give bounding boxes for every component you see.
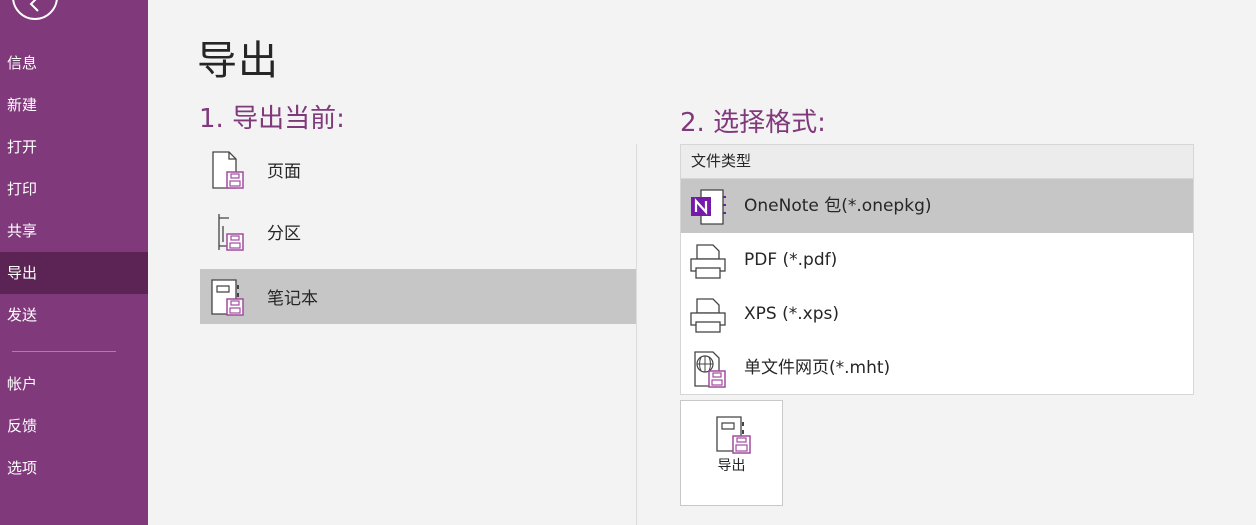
format-option-pdf[interactable]: PDF (*.pdf) xyxy=(681,233,1193,287)
export-button-label: 导出 xyxy=(717,458,746,474)
pdf-printer-icon xyxy=(690,244,726,279)
nav-item-options[interactable]: 选项 xyxy=(0,447,148,489)
nav-item-send[interactable]: 发送 xyxy=(0,294,148,336)
section-export-icon xyxy=(218,214,244,251)
scope-option-section[interactable]: 分区 xyxy=(200,204,636,259)
scope-option-notebook[interactable]: 笔记本 xyxy=(200,269,636,324)
nav-item-feedback[interactable]: 反馈 xyxy=(0,405,148,447)
nav-item-open[interactable]: 打开 xyxy=(0,126,148,168)
web-page-icon xyxy=(694,351,726,388)
export-notebook-icon xyxy=(716,416,751,454)
format-option-onepkg-label: OneNote 包(*.onepkg) xyxy=(744,196,932,216)
format-list: 文件类型 OneNote 包(*.onepkg) PDF (*.pdf) XPS… xyxy=(680,144,1194,395)
scope-option-section-label: 分区 xyxy=(267,224,301,244)
back-button[interactable] xyxy=(12,0,58,20)
scope-option-notebook-label: 笔记本 xyxy=(267,289,318,309)
scope-option-page[interactable]: 页面 xyxy=(200,142,636,197)
format-list-header: 文件类型 xyxy=(681,145,1193,179)
scope-option-page-label: 页面 xyxy=(267,162,301,182)
nav-item-print[interactable]: 打印 xyxy=(0,168,148,210)
onenote-package-icon xyxy=(691,189,726,225)
format-option-mht-label: 单文件网页(*.mht) xyxy=(744,358,891,378)
format-heading: 2. 选择格式: xyxy=(680,108,826,138)
format-option-xps-label: XPS (*.xps) xyxy=(744,304,839,324)
format-option-pdf-label: PDF (*.pdf) xyxy=(744,250,838,270)
notebook-export-icon xyxy=(211,279,244,316)
format-option-mht[interactable]: 单文件网页(*.mht) xyxy=(681,341,1193,395)
nav-item-export[interactable]: 导出 xyxy=(0,252,148,294)
page-export-icon xyxy=(212,151,244,189)
nav-item-share[interactable]: 共享 xyxy=(0,210,148,252)
page-title: 导出 xyxy=(197,38,279,84)
xps-printer-icon xyxy=(690,298,726,333)
nav-item-account[interactable]: 帐户 xyxy=(0,363,148,405)
export-button[interactable]: 导出 xyxy=(680,400,783,506)
panel-divider xyxy=(636,144,637,525)
format-option-xps[interactable]: XPS (*.xps) xyxy=(681,287,1193,341)
nav-item-new[interactable]: 新建 xyxy=(0,84,148,126)
nav-divider xyxy=(12,351,116,352)
sidebar: 信息 新建 打开 打印 共享 导出 发送 帐户 反馈 选项 xyxy=(0,0,148,525)
nav-item-info[interactable]: 信息 xyxy=(0,42,148,84)
export-scope-heading: 1. 导出当前: xyxy=(199,104,345,134)
back-arrow-icon xyxy=(29,0,39,12)
format-option-onepkg[interactable]: OneNote 包(*.onepkg) xyxy=(681,179,1193,233)
